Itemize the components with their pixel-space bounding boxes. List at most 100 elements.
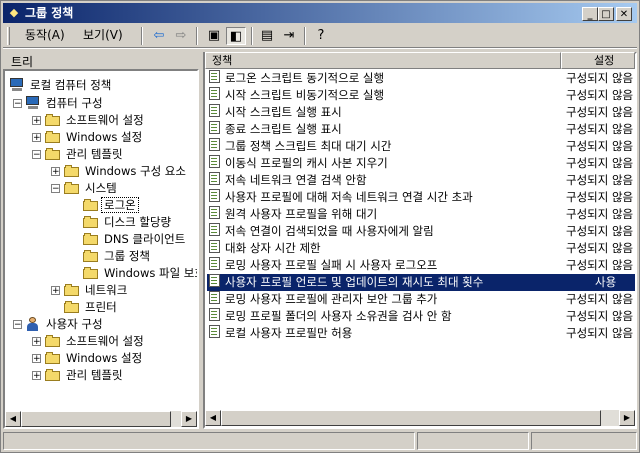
tree-item-admin-templates[interactable]: 관리 템플릿 (45, 146, 125, 162)
list-item[interactable]: 로밍 프로필 폴더의 사용자 소유권을 검사 안 함 구성되지 않음 (207, 308, 635, 325)
tree-item-system[interactable]: 시스템 (64, 180, 119, 196)
collapse-icon[interactable]: − (13, 320, 22, 330)
status-bar-panel (417, 432, 529, 450)
export-list-icon[interactable]: ⇥ (279, 27, 299, 45)
tree-item-user-windows-settings[interactable]: Windows 설정 (45, 350, 144, 366)
list-item-selected[interactable]: 사용자 프로필 언로드 및 업데이트의 재시도 최대 횟수 사용 (207, 274, 635, 291)
menu-action[interactable]: 동작(A) (21, 27, 69, 43)
expand-icon[interactable]: + (32, 116, 41, 126)
column-header-setting[interactable]: 설정 (561, 52, 635, 69)
up-one-level-icon[interactable]: ▣ (204, 27, 224, 45)
list-item[interactable]: 대화 상자 시간 제한 구성되지 않음 (207, 240, 635, 257)
collapse-icon[interactable]: − (32, 150, 41, 160)
properties-icon[interactable]: ▤ (257, 27, 277, 45)
window-title: 그룹 정책 (25, 6, 74, 20)
folder-icon (45, 148, 61, 160)
toolbar-separator (141, 27, 143, 45)
show-hide-tree-icon[interactable]: ◧ (226, 27, 246, 45)
user-icon (25, 317, 41, 331)
scroll-thumb[interactable] (221, 410, 601, 426)
tree-item-network[interactable]: 네트워크 (64, 282, 129, 298)
list-item[interactable]: 시작 스크립트 비동기적으로 실행 구성되지 않음 (207, 87, 635, 104)
policy-computer-icon (9, 78, 25, 92)
list-item[interactable]: 로그온 스크립트 동기적으로 실행 구성되지 않음 (207, 70, 635, 87)
collapse-icon[interactable]: − (51, 184, 60, 194)
list-item[interactable]: 저속 연결이 검색되었을 때 사용자에게 알림 구성되지 않음 (207, 223, 635, 240)
toolbar-divider (3, 47, 637, 49)
tree-item-group-policy[interactable]: 그룹 정책 (83, 248, 152, 264)
expand-icon[interactable]: + (32, 133, 41, 143)
maximize-button[interactable]: □ (598, 7, 614, 21)
toolbar-grip (7, 27, 10, 45)
title-bar[interactable]: ◆ 그룹 정책 _ □ ✕ (3, 3, 637, 23)
collapse-icon[interactable]: − (13, 99, 22, 109)
tree-header-label: 트리 (11, 55, 34, 69)
policy-setting-icon (207, 138, 223, 153)
group-policy-window: ◆ 그룹 정책 _ □ ✕ 동작(A) 보기(V) ⇦ ⇨ ▣ ◧ ▤ ⇥ ? … (0, 0, 640, 453)
tree-item-user-config[interactable]: 사용자 구성 (25, 316, 105, 332)
toolbar-separator (304, 27, 306, 45)
list-item[interactable]: 로컬 사용자 프로필만 허용 구성되지 않음 (207, 325, 635, 342)
status-bar-main (3, 432, 415, 450)
list-item[interactable]: 그룹 정책 스크립트 최대 대기 시간 구성되지 않음 (207, 138, 635, 155)
policy-setting-icon (207, 325, 223, 340)
close-button[interactable]: ✕ (616, 7, 632, 21)
folder-icon (64, 182, 80, 194)
forward-arrow-icon[interactable]: ⇨ (171, 27, 191, 45)
expand-icon[interactable]: + (32, 371, 41, 381)
tree-item-printers[interactable]: 프린터 (64, 299, 119, 315)
policy-setting-icon (207, 291, 223, 306)
group-policy-app-icon: ◆ (9, 6, 19, 19)
tree-item-windows-components[interactable]: Windows 구성 요소 (64, 163, 188, 179)
list-item[interactable]: 시작 스크립트 실행 표시 구성되지 않음 (207, 104, 635, 121)
scroll-left-icon[interactable]: ◀ (5, 411, 21, 427)
tree-item-computer-config[interactable]: 컴퓨터 구성 (25, 95, 105, 111)
expand-icon[interactable]: + (51, 286, 60, 296)
status-bar-panel (531, 432, 637, 450)
folder-icon (45, 114, 61, 126)
tree-item-local-computer-policy[interactable]: 로컬 컴퓨터 정책 (9, 77, 113, 93)
list-item[interactable]: 이동식 프로필의 캐시 사본 지우기 구성되지 않음 (207, 155, 635, 172)
tree-horizontal-scrollbar[interactable]: ◀ ▶ (5, 411, 197, 427)
column-header-policy[interactable]: 정책 (205, 52, 561, 69)
expand-icon[interactable]: + (32, 337, 41, 347)
tree-item-windows-file-protection[interactable]: Windows 파일 보호 (83, 265, 197, 281)
tree-item-logon[interactable]: 로그온 (83, 197, 139, 213)
list-horizontal-scrollbar[interactable]: ◀ ▶ (205, 410, 635, 426)
expand-icon[interactable]: + (32, 354, 41, 364)
policy-setting-icon (207, 257, 223, 272)
policy-setting-icon (207, 206, 223, 221)
tree-pane[interactable]: 로컬 컴퓨터 정책 − 컴퓨터 구성 + 소프트웨어 설정 + Windows … (3, 69, 199, 429)
policy-setting-icon (207, 274, 223, 289)
menu-view[interactable]: 보기(V) (79, 27, 127, 43)
scroll-thumb[interactable] (21, 411, 171, 427)
list-item[interactable]: 사용자 프로필에 대해 저속 네트워크 연결 시간 초과 구성되지 않음 (207, 189, 635, 206)
scroll-right-icon[interactable]: ▶ (181, 411, 197, 427)
menu-toolbar: 동작(A) 보기(V) ⇦ ⇨ ▣ ◧ ▤ ⇥ ? (3, 24, 637, 46)
list-item[interactable]: 로밍 사용자 프로필에 관리자 보안 그룹 추가 구성되지 않음 (207, 291, 635, 308)
tree-item-disk-quotas[interactable]: 디스크 할당량 (83, 214, 173, 230)
folder-icon (45, 369, 61, 381)
list-item[interactable]: 로밍 사용자 프로필 실패 시 사용자 로그오프 구성되지 않음 (207, 257, 635, 274)
expand-icon[interactable]: + (51, 167, 60, 177)
tree-item-user-admin-templates[interactable]: 관리 템플릿 (45, 367, 125, 383)
policy-setting-icon (207, 70, 223, 85)
scroll-left-icon[interactable]: ◀ (205, 410, 221, 426)
folder-icon (64, 284, 80, 296)
folder-icon (45, 352, 61, 364)
policy-setting-icon (207, 87, 223, 102)
back-arrow-icon[interactable]: ⇦ (149, 27, 169, 45)
list-item[interactable]: 원격 사용자 프로필을 위해 대기 구성되지 않음 (207, 206, 635, 223)
minimize-button[interactable]: _ (582, 7, 598, 21)
help-icon[interactable]: ? (311, 27, 331, 45)
open-folder-icon (83, 199, 99, 211)
scroll-right-icon[interactable]: ▶ (619, 410, 635, 426)
list-item[interactable]: 종료 스크립트 실행 표시 구성되지 않음 (207, 121, 635, 138)
folder-icon (83, 250, 99, 262)
tree-item-windows-settings[interactable]: Windows 설정 (45, 129, 144, 145)
list-item[interactable]: 저속 네트워크 연결 검색 안함 구성되지 않음 (207, 172, 635, 189)
tree-item-dns-client[interactable]: DNS 클라이언트 (83, 231, 187, 247)
folder-icon (45, 131, 61, 143)
tree-item-user-software-settings[interactable]: 소프트웨어 설정 (45, 333, 146, 349)
tree-item-software-settings[interactable]: 소프트웨어 설정 (45, 112, 146, 128)
